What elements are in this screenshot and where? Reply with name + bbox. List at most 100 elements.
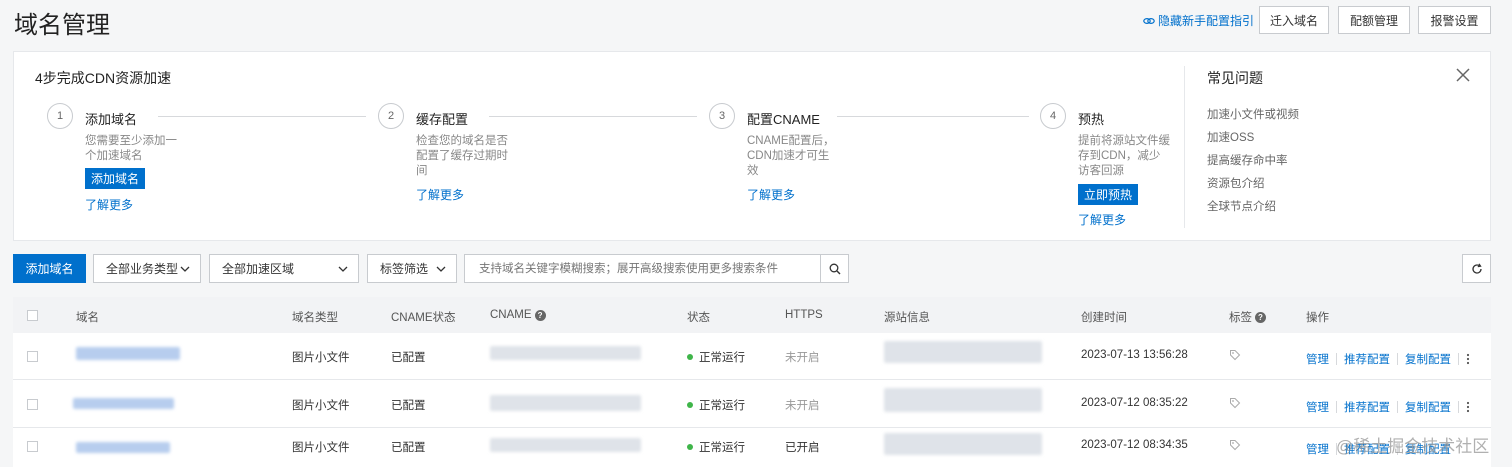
column-tags-label: 标签 xyxy=(1229,312,1252,324)
cname-value-redacted xyxy=(490,438,641,452)
origin-info-redacted xyxy=(884,388,1042,412)
faq-title: 常见问题 xyxy=(1207,70,1263,86)
business-type-select[interactable]: 全部业务类型 xyxy=(93,254,201,283)
status-text: 正常运行 xyxy=(699,400,745,412)
table-row: 图片小文件 已配置 正常运行 已开启 2023-07-12 08:34:35 管… xyxy=(13,429,1491,467)
step-connector xyxy=(489,116,697,117)
domain-link-redacted[interactable] xyxy=(76,347,180,360)
region-value: 全部加速区域 xyxy=(222,262,295,276)
faq-item[interactable]: 加速小文件或视频 xyxy=(1207,106,1299,122)
column-actions: 操作 xyxy=(1306,312,1329,324)
column-cname: CNAME ? xyxy=(490,309,546,321)
https-status: 未开启 xyxy=(785,400,820,412)
domain-table: 域名 域名类型 CNAME状态 CNAME ? 状态 HTTPS 源站信息 创建… xyxy=(13,297,1491,467)
status-dot-icon xyxy=(687,444,693,450)
column-origin: 源站信息 xyxy=(884,312,930,324)
domain-link-redacted[interactable] xyxy=(76,442,170,453)
row-checkbox[interactable] xyxy=(27,351,38,362)
column-status: 状态 xyxy=(687,312,710,324)
more-icon[interactable] xyxy=(1466,353,1470,365)
column-domain-type: 域名类型 xyxy=(292,312,338,324)
tag-icon[interactable] xyxy=(1229,439,1241,451)
row-checkbox[interactable] xyxy=(27,399,38,410)
faq-item[interactable]: 提高缓存命中率 xyxy=(1207,152,1288,168)
hide-guide-label: 隐藏新手配置指引 xyxy=(1158,14,1255,28)
domain-type: 图片小文件 xyxy=(292,442,350,454)
link-icon xyxy=(1143,17,1155,24)
quota-management-button[interactable]: 配额管理 xyxy=(1338,6,1410,34)
column-domain: 域名 xyxy=(76,312,99,324)
step-prefetch-button[interactable]: 立即预热 xyxy=(1078,184,1138,205)
tag-icon[interactable] xyxy=(1229,349,1241,361)
step-2-title: 缓存配置 xyxy=(416,112,469,127)
step-2-number: 2 xyxy=(378,103,404,129)
search-button[interactable] xyxy=(820,254,849,283)
alarm-settings-button[interactable]: 报警设置 xyxy=(1418,6,1491,34)
chevron-down-icon xyxy=(180,266,190,272)
step-connector xyxy=(158,116,366,117)
faq-item[interactable]: 资源包介绍 xyxy=(1207,175,1265,191)
status-cell: 正常运行 xyxy=(687,349,745,365)
domain-type: 图片小文件 xyxy=(292,400,350,412)
setup-guide-panel: 4步完成CDN资源加速 1 添加域名 您需要至少添加一 个加速域名 添加域名 了解… xyxy=(13,51,1491,241)
step-4-desc: 提前将源站文件缓 存到CDN，减少 访客回源 xyxy=(1078,135,1170,177)
faq-divider xyxy=(1184,66,1185,228)
cname-status: 已配置 xyxy=(391,400,426,412)
copy-config-link[interactable]: 复制配置 xyxy=(1405,351,1451,367)
step-2-learn-more-link[interactable]: 了解更多 xyxy=(416,186,464,203)
cname-value-redacted xyxy=(490,346,641,360)
help-icon[interactable]: ? xyxy=(534,309,546,321)
row-checkbox[interactable] xyxy=(27,441,38,452)
close-icon[interactable] xyxy=(1454,66,1472,84)
refresh-button[interactable] xyxy=(1462,254,1491,283)
domain-link-redacted[interactable] xyxy=(73,398,174,409)
step-4-learn-more-link[interactable]: 了解更多 xyxy=(1078,211,1126,228)
manage-link[interactable]: 管理 xyxy=(1306,351,1329,367)
tag-icon[interactable] xyxy=(1229,397,1241,409)
step-connector xyxy=(837,116,1029,117)
chevron-down-icon xyxy=(338,266,348,272)
region-select[interactable]: 全部加速区域 xyxy=(209,254,359,283)
step-3-learn-more-link[interactable]: 了解更多 xyxy=(747,186,795,203)
step-add-domain-button[interactable]: 添加域名 xyxy=(85,168,145,189)
migrate-domain-button[interactable]: 迁入域名 xyxy=(1259,6,1329,34)
step-3-number: 3 xyxy=(709,103,735,129)
hide-guide-link[interactable]: 隐藏新手配置指引 xyxy=(1143,12,1254,29)
row-actions: 管理 推荐配置 复制配置 xyxy=(1306,399,1470,415)
step-1-learn-more-link[interactable]: 了解更多 xyxy=(85,196,133,213)
page-title: 域名管理 xyxy=(14,12,110,39)
guide-title: 4步完成CDN资源加速 xyxy=(35,70,172,86)
chevron-down-icon xyxy=(436,266,446,272)
column-cname-status: CNAME状态 xyxy=(391,312,456,324)
status-text: 正常运行 xyxy=(699,442,745,454)
domain-search-input[interactable] xyxy=(464,254,821,283)
manage-link[interactable]: 管理 xyxy=(1306,399,1329,415)
business-type-value: 全部业务类型 xyxy=(106,262,179,276)
more-icon[interactable] xyxy=(1466,401,1470,413)
table-row: 图片小文件 已配置 正常运行 未开启 2023-07-12 08:35:22 管… xyxy=(13,381,1491,428)
status-cell: 正常运行 xyxy=(687,439,745,455)
step-1-number: 1 xyxy=(47,103,73,129)
select-all-checkbox[interactable] xyxy=(27,310,38,321)
table-row: 图片小文件 已配置 正常运行 未开启 2023-07-13 13:56:28 管… xyxy=(13,333,1491,380)
faq-item[interactable]: 全球节点介绍 xyxy=(1207,198,1276,214)
step-4-number: 4 xyxy=(1040,103,1066,129)
manage-link[interactable]: 管理 xyxy=(1306,441,1329,457)
add-domain-button[interactable]: 添加域名 xyxy=(13,254,86,283)
help-icon[interactable]: ? xyxy=(1255,311,1266,323)
faq-item[interactable]: 加速OSS xyxy=(1207,129,1254,145)
created-time: 2023-07-13 13:56:28 xyxy=(1081,349,1188,361)
recommended-config-link[interactable]: 推荐配置 xyxy=(1344,399,1390,415)
recommended-config-link[interactable]: 推荐配置 xyxy=(1344,351,1390,367)
step-1-title: 添加域名 xyxy=(85,112,138,127)
status-dot-icon xyxy=(687,402,693,408)
divider xyxy=(1336,401,1337,413)
status-dot-icon xyxy=(687,354,693,360)
copy-config-link[interactable]: 复制配置 xyxy=(1405,399,1451,415)
row-actions: 管理 推荐配置 复制配置 xyxy=(1306,351,1470,367)
watermark-text: @稀土掘金技术社区 xyxy=(1336,437,1490,456)
tag-filter-select[interactable]: 标签筛选 xyxy=(367,254,457,283)
divider xyxy=(1397,401,1398,413)
status-cell: 正常运行 xyxy=(687,397,745,413)
tag-filter-value: 标签筛选 xyxy=(380,262,429,276)
